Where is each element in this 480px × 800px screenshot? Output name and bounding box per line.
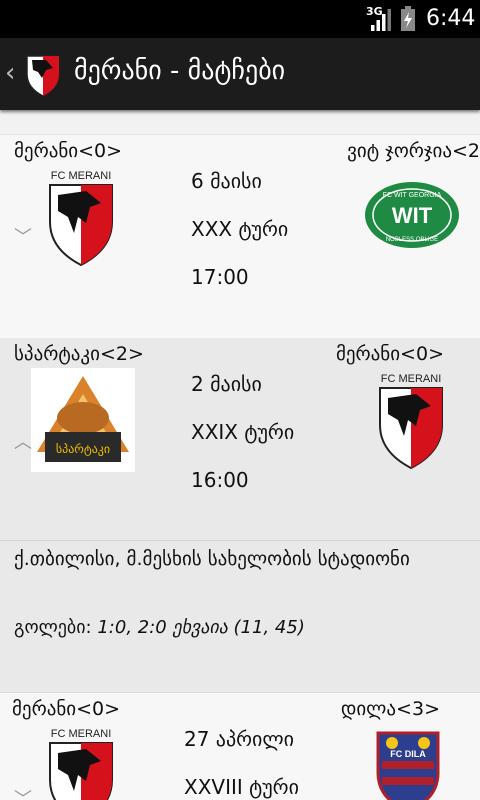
wit-georgia-logo: FC WIT GEORGIA WIT NOBLESS OBLIGE <box>365 182 459 248</box>
merani-logo-text: FC MERANI <box>381 373 442 385</box>
match-item[interactable]: მერანი<0> დილა<3> FC MERANI ﹀ 27 აპრილი … <box>0 693 480 800</box>
merani-logo-text: FC MERANI <box>51 170 112 182</box>
home-team-name: სპარტაკი<2> <box>14 343 144 365</box>
home-team-name: მერანი<0> <box>12 698 121 720</box>
match-date: 27 აპრილი <box>184 727 295 751</box>
merani-app-logo[interactable] <box>24 50 62 98</box>
match-goals: გოლები: 1:0, 2:0 ეხვაია (11, 45) <box>14 617 305 638</box>
home-team-name: მერანი<0> <box>14 140 123 162</box>
svg-text:WIT: WIT <box>392 203 433 228</box>
signal-icon <box>371 9 391 31</box>
collapse-chevron-icon[interactable]: ︿ <box>14 428 32 454</box>
goals-value: 1:0, 2:0 ეხვაია (11, 45) <box>97 617 305 638</box>
away-team-name: მერანი<0> <box>335 343 444 365</box>
away-team-name: დილა<3> <box>340 698 440 720</box>
merani-logo: FC MERANI <box>49 170 113 267</box>
match-venue: ქ.თბილისი, მ.მესხის სახელობის სტადიონი <box>14 548 410 570</box>
status-time: 6:44 <box>426 6 476 31</box>
wit-logo-motto: NOBLESS OBLIGE <box>386 237 438 243</box>
spartak-logo-text: სპარტაკი <box>56 442 110 456</box>
status-bar: 3G 6:44 <box>0 0 480 38</box>
details-divider <box>0 540 480 541</box>
dila-logo-text: FC DILA <box>390 749 426 759</box>
merani-logo: FC MERANI <box>49 728 113 800</box>
match-time: 16:00 <box>191 468 249 492</box>
match-round: XXIX ტური <box>191 420 295 444</box>
match-item[interactable]: მერანი<0> ვიტ ჯორჯია<2 FC MERANI ﹀ 6 მაი… <box>0 134 480 339</box>
match-date: 6 მაისი <box>191 169 262 193</box>
page-title: მერანი - მატჩები <box>74 56 286 86</box>
merani-logo-text: FC MERANI <box>51 728 112 740</box>
match-date: 2 მაისი <box>191 372 262 396</box>
merani-logo: FC MERANI <box>379 373 443 470</box>
match-round: XXX ტური <box>191 217 289 241</box>
expand-chevron-icon[interactable]: ﹀ <box>14 223 32 249</box>
back-chevron-icon[interactable]: ‹ <box>5 58 15 88</box>
action-bar: ‹ მერანი - მატჩები <box>0 38 480 110</box>
goals-label: გოლები: <box>14 617 92 638</box>
away-team-name: ვიტ ჯორჯია<2 <box>347 140 480 162</box>
match-round: XXVIII ტური <box>184 775 299 799</box>
expand-chevron-icon[interactable]: ﹀ <box>14 785 32 800</box>
match-item-expanded[interactable]: სპარტაკი<2> მერანი<0> სპარტაკი ︿ 2 მაისი… <box>0 338 480 693</box>
dila-logo: FC DILA <box>376 731 440 800</box>
battery-icon <box>401 6 415 31</box>
matches-list[interactable]: მერანი<0> ვიტ ჯორჯია<2 FC MERANI ﹀ 6 მაი… <box>0 110 480 800</box>
wit-logo-text: FC WIT GEORGIA <box>383 192 442 199</box>
spartak-logo: სპარტაკი <box>31 368 135 472</box>
match-time: 17:00 <box>191 265 249 289</box>
